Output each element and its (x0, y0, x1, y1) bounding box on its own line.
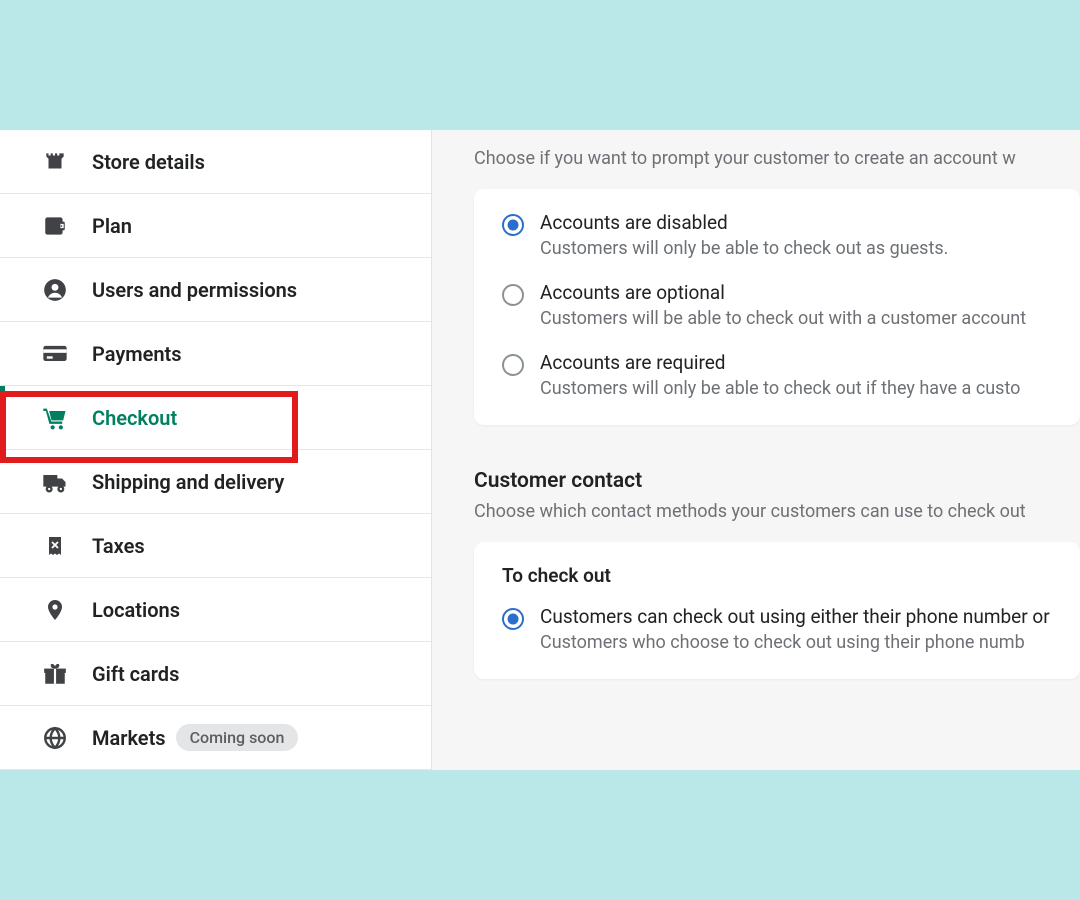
settings-frame: Store details Plan Users and permissions… (0, 130, 1080, 770)
sidebar-item-label: Markets (92, 726, 166, 750)
sidebar-item-checkout[interactable]: Checkout (0, 386, 431, 450)
radio-subtitle: Customers will only be able to check out… (540, 238, 948, 259)
globe-icon (40, 723, 70, 753)
coming-soon-badge: Coming soon (176, 724, 299, 751)
to-check-out-heading: To check out (502, 564, 1052, 587)
wallet-icon (40, 211, 70, 241)
radio-button-icon (502, 354, 524, 376)
receipt-icon (40, 531, 70, 561)
settings-sidebar: Store details Plan Users and permissions… (0, 130, 432, 770)
sidebar-item-users[interactable]: Users and permissions (0, 258, 431, 322)
radio-title: Accounts are optional (540, 281, 1026, 304)
customer-contact-title: Customer contact (474, 469, 1080, 493)
radio-subtitle: Customers will only be able to check out… (540, 378, 1020, 399)
sidebar-item-label: Checkout (92, 406, 177, 430)
radio-button-icon (502, 214, 524, 236)
sidebar-item-label: Store details (92, 150, 205, 174)
pin-icon (40, 595, 70, 625)
sidebar-item-label: Plan (92, 214, 132, 238)
customer-contact-description: Choose which contact methods your custom… (474, 501, 1080, 522)
sidebar-item-taxes[interactable]: Taxes (0, 514, 431, 578)
radio-accounts-optional[interactable]: Accounts are optional Customers will be … (502, 281, 1052, 329)
sidebar-item-label: Locations (92, 598, 180, 622)
truck-icon (40, 467, 70, 497)
sidebar-item-label: Users and permissions (92, 278, 297, 302)
radio-accounts-disabled[interactable]: Accounts are disabled Customers will onl… (502, 211, 1052, 259)
card-icon (40, 339, 70, 369)
radio-accounts-required[interactable]: Accounts are required Customers will onl… (502, 351, 1052, 399)
settings-main: Choose if you want to prompt your custom… (432, 130, 1080, 770)
accounts-card: Accounts are disabled Customers will onl… (474, 189, 1080, 425)
sidebar-item-label: Gift cards (92, 662, 179, 686)
gift-icon (40, 659, 70, 689)
customer-contact-card: To check out Customers can check out usi… (474, 542, 1080, 679)
sidebar-item-shipping[interactable]: Shipping and delivery (0, 450, 431, 514)
sidebar-item-store-details[interactable]: Store details (0, 130, 431, 194)
sidebar-item-gift-cards[interactable]: Gift cards (0, 642, 431, 706)
store-icon (40, 147, 70, 177)
sidebar-item-plan[interactable]: Plan (0, 194, 431, 258)
radio-button-icon (502, 284, 524, 306)
sidebar-item-payments[interactable]: Payments (0, 322, 431, 386)
sidebar-item-locations[interactable]: Locations (0, 578, 431, 642)
radio-title: Accounts are disabled (540, 211, 948, 234)
radio-button-icon (502, 608, 524, 630)
cart-icon (40, 403, 70, 433)
radio-subtitle: Customers who choose to check out using … (540, 632, 1050, 653)
sidebar-item-markets[interactable]: Markets Coming soon (0, 706, 431, 770)
radio-title: Accounts are required (540, 351, 1020, 374)
user-icon (40, 275, 70, 305)
sidebar-item-label: Taxes (92, 534, 145, 558)
radio-checkout-phone-or[interactable]: Customers can check out using either the… (502, 605, 1052, 653)
sidebar-item-label: Payments (92, 342, 182, 366)
accounts-section-description: Choose if you want to prompt your custom… (474, 148, 1080, 169)
radio-subtitle: Customers will be able to check out with… (540, 308, 1026, 329)
radio-title: Customers can check out using either the… (540, 605, 1050, 628)
sidebar-item-label: Shipping and delivery (92, 470, 284, 494)
